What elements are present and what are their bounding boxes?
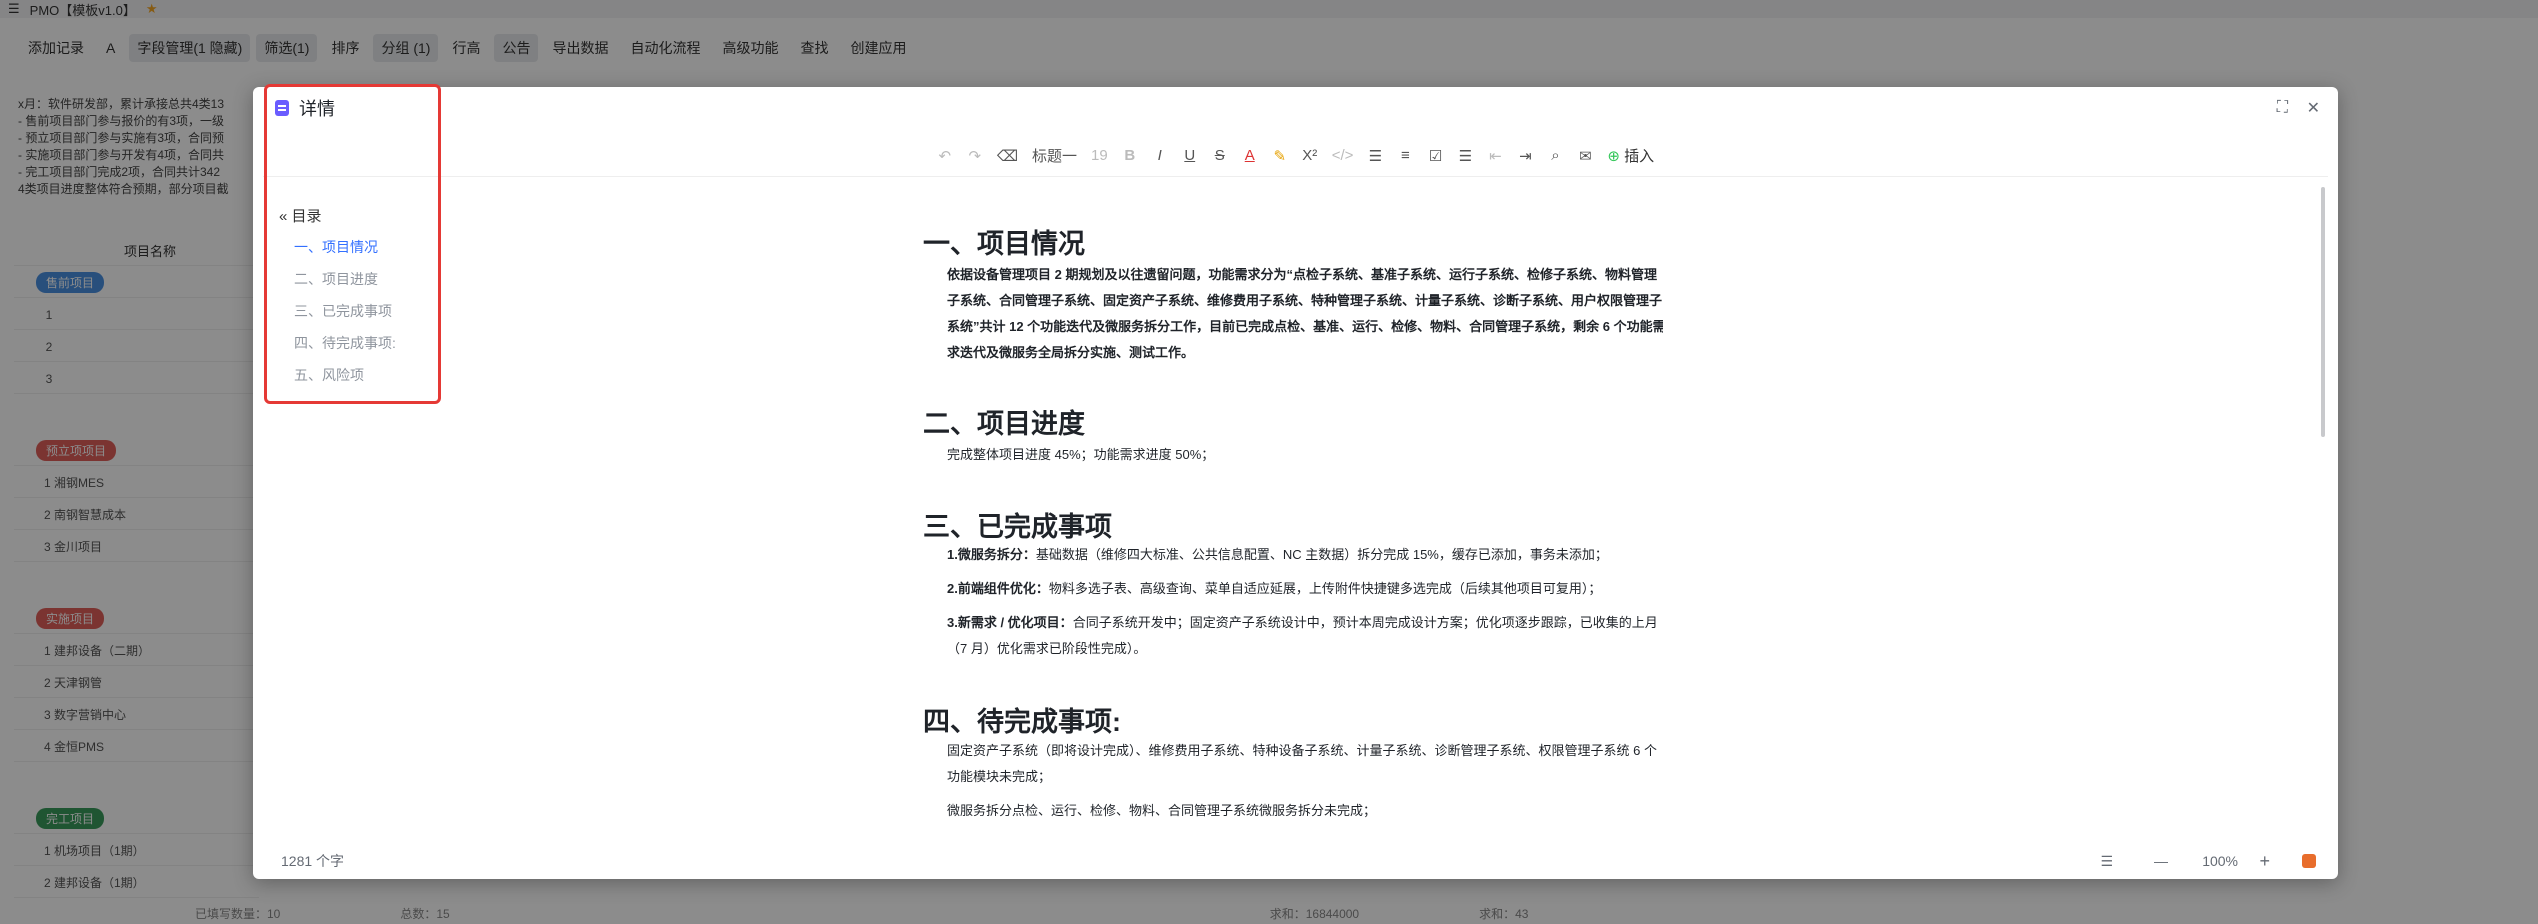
toc-highlight-box: [264, 84, 441, 404]
bold-icon[interactable]: B: [1122, 147, 1138, 164]
heading-select[interactable]: 标题一: [1032, 145, 1077, 166]
redo-icon[interactable]: ↷: [967, 147, 983, 165]
list-item-text: 基础数据（维修四大标准、公共信息配置、NC 主数据）拆分完成 15%，缓存已添加…: [1035, 547, 1608, 562]
strikethrough-icon[interactable]: S: [1212, 147, 1228, 164]
paragraph: 微服务拆分点检、运行、检修、物料、合同管理子系统微服务拆分未完成；: [947, 803, 1377, 818]
zoom-level: 100%: [2202, 853, 2238, 869]
list-item: 1.微服务拆分：基础数据（维修四大标准、公共信息配置、NC 主数据）拆分完成 1…: [947, 542, 1663, 568]
section-heading: 四、待完成事项:: [923, 707, 1121, 737]
modal-header: 详情 ⛶ ✕: [253, 87, 2338, 129]
content-scrollbar[interactable]: [2321, 187, 2325, 437]
editor-toolbar: ↶ ↷ ⌫ 标题一 19 B I U S A ✎ X² </> ☰ ≡ ☑ ☰ …: [263, 135, 2328, 177]
list-item: 2.前端组件优化：物料多选子表、高级查询、菜单自适应延展，上传附件快捷键多选完成…: [947, 576, 1663, 602]
list-item-lead: 3.新需求 / 优化项目：: [947, 615, 1073, 630]
superscript-icon[interactable]: X²: [1302, 147, 1318, 164]
insert-button[interactable]: ⊕ 插入: [1607, 145, 1654, 166]
undo-icon[interactable]: ↶: [937, 147, 953, 165]
list-item-lead: 1.微服务拆分：: [947, 547, 1036, 562]
plus-circle-icon: ⊕: [1607, 148, 1620, 165]
zoom-out-button[interactable]: —: [2154, 853, 2168, 869]
align-icon[interactable]: ☰: [1457, 147, 1473, 165]
section-heading: 三、已完成事项: [923, 512, 1112, 542]
font-color-icon[interactable]: A: [1242, 147, 1258, 164]
paragraph: 固定资产子系统（即将设计完成）、维修费用子系统、特种设备子系统、计量子系统、诊断…: [947, 743, 1657, 784]
detail-modal: 详情 ⛶ ✕ ↶ ↷ ⌫ 标题一 19 B I U S A ✎ X² </> ☰…: [253, 87, 2338, 879]
checkbox-icon[interactable]: ☑: [1427, 147, 1443, 165]
comment-icon[interactable]: ✉: [1577, 147, 1593, 165]
document-content[interactable]: 一、项目情况 依据设备管理项目 2 期规划及以往遗留问题，功能需求分为“点检子系…: [923, 222, 1663, 862]
highlight-icon[interactable]: ✎: [1272, 147, 1288, 165]
paragraph: 完成整体项目进度 45%；功能需求进度 50%；: [947, 447, 1215, 462]
bullet-list-icon[interactable]: ☰: [1367, 147, 1383, 165]
feedback-icon[interactable]: [2302, 854, 2316, 868]
list-item-text: 物料多选子表、高级查询、菜单自适应延展，上传附件快捷键多选完成（后续其他项目可复…: [1048, 581, 1602, 596]
close-icon[interactable]: ✕: [2307, 98, 2320, 118]
outdent-icon[interactable]: ⇤: [1487, 147, 1503, 165]
section-heading: 一、项目情况: [923, 229, 1085, 259]
line-spacing-icon[interactable]: ☰: [2100, 853, 2113, 870]
list-item: 3.新需求 / 优化项目：合同子系统开发中；固定资产子系统设计中，预计本周完成设…: [947, 610, 1663, 662]
clear-format-icon[interactable]: ⌫: [997, 147, 1018, 165]
code-icon[interactable]: </>: [1332, 147, 1354, 164]
font-size-select[interactable]: 19: [1091, 147, 1108, 164]
insert-label: 插入: [1624, 148, 1655, 165]
ordered-list-icon[interactable]: ≡: [1397, 147, 1413, 164]
word-count[interactable]: 1281 个字: [281, 851, 344, 871]
list-item-lead: 2.前端组件优化：: [947, 581, 1049, 596]
paragraph: 依据设备管理项目 2 期规划及以往遗留问题，功能需求分为“点检子系统、基准子系统…: [947, 267, 1663, 360]
expand-icon[interactable]: ⛶: [2277, 99, 2288, 117]
search-icon[interactable]: ⌕: [1547, 147, 1563, 164]
section-heading: 二、项目进度: [923, 409, 1085, 439]
italic-icon[interactable]: I: [1152, 147, 1168, 164]
indent-icon[interactable]: ⇥: [1517, 147, 1533, 165]
modal-footer: 1281 个字 ☰ — 100% +: [253, 844, 2338, 878]
zoom-in-button[interactable]: +: [2259, 851, 2270, 872]
underline-icon[interactable]: U: [1182, 147, 1198, 164]
